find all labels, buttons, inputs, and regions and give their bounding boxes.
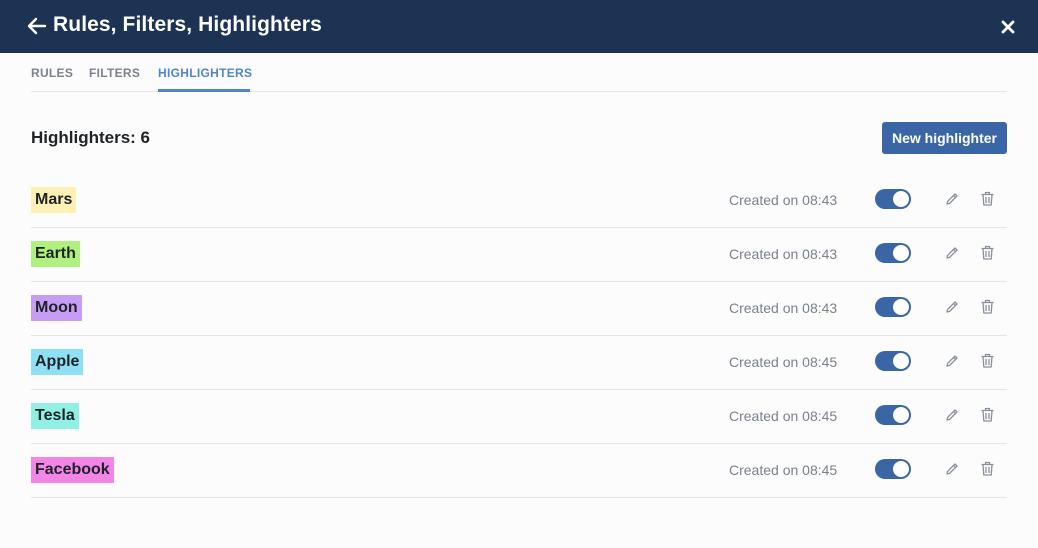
pencil-icon[interactable] (944, 245, 960, 261)
highlighter-enabled-toggle[interactable] (875, 405, 911, 425)
highlighter-row: Moon Created on 08:43 (31, 282, 1007, 336)
highlighter-row: Apple Created on 08:45 (31, 336, 1007, 390)
highlighter-enabled-toggle[interactable] (875, 189, 911, 209)
toggle-knob (893, 299, 909, 315)
tab-highlighters[interactable]: HIGHLIGHTERS (158, 66, 252, 80)
tab-rules[interactable]: RULES (31, 66, 73, 80)
new-highlighter-button[interactable]: New highlighter (882, 122, 1007, 154)
toggle-knob (893, 353, 909, 369)
highlighter-enabled-toggle[interactable] (875, 351, 911, 371)
created-timestamp: Created on 08:43 (729, 192, 838, 208)
page-title: Rules, Filters, Highlighters (53, 13, 322, 36)
trash-icon[interactable] (979, 190, 996, 207)
highlighter-tag: Facebook (31, 457, 114, 483)
pencil-icon[interactable] (944, 461, 960, 477)
created-timestamp: Created on 08:43 (729, 300, 838, 316)
highlighter-row: Earth Created on 08:43 (31, 228, 1007, 282)
app-header: Rules, Filters, Highlighters (0, 0, 1038, 53)
trash-icon[interactable] (979, 352, 996, 369)
highlighter-tag: Apple (31, 349, 84, 375)
toggle-knob (893, 461, 909, 477)
highlighter-enabled-toggle[interactable] (875, 243, 911, 263)
pencil-icon[interactable] (944, 353, 960, 369)
pencil-icon[interactable] (944, 191, 960, 207)
created-timestamp: Created on 08:45 (729, 354, 838, 370)
toggle-knob (893, 245, 909, 261)
pencil-icon[interactable] (944, 407, 960, 423)
highlighters-count-title: Highlighters: 6 (31, 128, 151, 147)
tab-filters[interactable]: FILTERS (89, 66, 140, 80)
created-timestamp: Created on 08:45 (729, 408, 838, 424)
toggle-knob (893, 407, 909, 423)
highlighter-tag: Tesla (31, 403, 79, 429)
created-timestamp: Created on 08:45 (729, 462, 838, 478)
highlighter-row: Tesla Created on 08:45 (31, 390, 1007, 444)
highlighter-enabled-toggle[interactable] (875, 459, 911, 479)
tab-bar: RULES FILTERS HIGHLIGHTERS (31, 53, 1007, 92)
highlighter-tag: Moon (31, 295, 82, 321)
highlighter-list: Mars Created on 08:43 Earth Created on 08:4… (31, 174, 1007, 498)
trash-icon[interactable] (979, 244, 996, 261)
highlighter-tag: Mars (31, 187, 77, 213)
created-timestamp: Created on 08:43 (729, 246, 838, 262)
trash-icon[interactable] (979, 298, 996, 315)
pencil-icon[interactable] (944, 299, 960, 315)
active-tab-indicator (158, 89, 250, 92)
highlighter-enabled-toggle[interactable] (875, 297, 911, 317)
highlighter-tag: Earth (31, 241, 80, 267)
highlighter-row: Facebook Created on 08:45 (31, 444, 1007, 498)
highlighter-row: Mars Created on 08:43 (31, 174, 1007, 228)
toggle-knob (893, 191, 909, 207)
trash-icon[interactable] (979, 406, 996, 423)
trash-icon[interactable] (979, 460, 996, 477)
close-icon[interactable] (998, 17, 1018, 37)
arrow-left-icon[interactable] (26, 15, 48, 37)
